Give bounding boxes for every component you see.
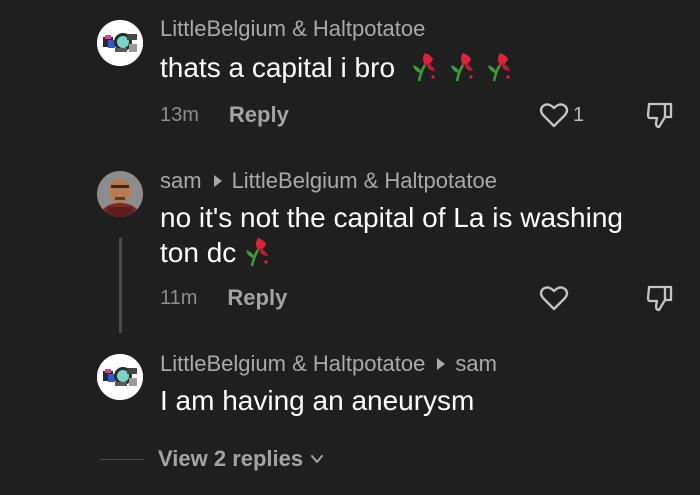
dislike-button[interactable] xyxy=(645,100,675,130)
reply-button[interactable]: Reply xyxy=(227,285,287,311)
heart-icon xyxy=(539,103,569,128)
comment-author[interactable]: sam xyxy=(160,168,202,194)
comment-text-line: no it's not the capital of La is washing xyxy=(160,202,623,233)
reply-to-user[interactable]: sam xyxy=(455,351,497,377)
avatar[interactable] xyxy=(97,354,143,400)
chevron-down-icon xyxy=(311,455,324,463)
comment-text: thats a capital i bro xyxy=(160,52,396,83)
like-count: 1 xyxy=(573,103,585,126)
like-button[interactable]: 1 xyxy=(539,101,584,129)
comment-body: thats a capital i bro xyxy=(160,50,516,85)
avatar-image xyxy=(97,354,143,400)
view-replies-button[interactable]: View 2 replies xyxy=(100,446,325,472)
rose-icon xyxy=(449,52,487,83)
avatar[interactable] xyxy=(97,20,143,66)
comment-author[interactable]: LittleBelgium & Haltpotatoe xyxy=(160,351,425,377)
comment-author[interactable]: LittleBelgium & Haltpotatoe xyxy=(160,16,425,42)
comment-timestamp: 11m xyxy=(160,286,198,309)
avatar[interactable] xyxy=(97,171,143,217)
comment-meta: 11m Reply xyxy=(160,285,287,311)
comment-timestamp: 13m xyxy=(160,103,199,126)
like-button[interactable] xyxy=(539,284,569,312)
comment-body: no it's not the capital of La is washing… xyxy=(160,200,623,270)
comment-header: LittleBelgium & Haltpotatoe xyxy=(160,16,425,42)
reply-to-user[interactable]: LittleBelgium & Haltpotatoe xyxy=(232,168,497,194)
rose-icon xyxy=(244,237,274,268)
comment-header: sam LittleBelgium & Haltpotatoe xyxy=(160,168,497,194)
thumbs-down-icon xyxy=(646,102,673,129)
avatar-image xyxy=(97,20,143,66)
divider xyxy=(100,458,144,460)
thread-line xyxy=(119,238,122,333)
reply-arrow-icon xyxy=(437,358,446,370)
view-replies-label: View 2 replies xyxy=(158,446,304,471)
avatar-image xyxy=(97,171,143,217)
reply-arrow-icon xyxy=(213,175,222,187)
dislike-button[interactable] xyxy=(645,283,675,313)
comment-text: I am having an aneurysm xyxy=(160,385,475,416)
comment-header: LittleBelgium & Haltpotatoe sam xyxy=(160,351,497,377)
rose-icon xyxy=(486,52,516,83)
reply-button[interactable]: Reply xyxy=(229,102,289,128)
rose-icon xyxy=(411,52,449,83)
heart-icon xyxy=(539,286,569,311)
comment-meta: 13m Reply xyxy=(160,102,289,128)
comment-body: I am having an aneurysm xyxy=(160,383,474,418)
thumbs-down-icon xyxy=(646,285,673,312)
comment-text: ton dc xyxy=(160,237,237,268)
comment-text-line-2: ton dc xyxy=(160,235,623,270)
